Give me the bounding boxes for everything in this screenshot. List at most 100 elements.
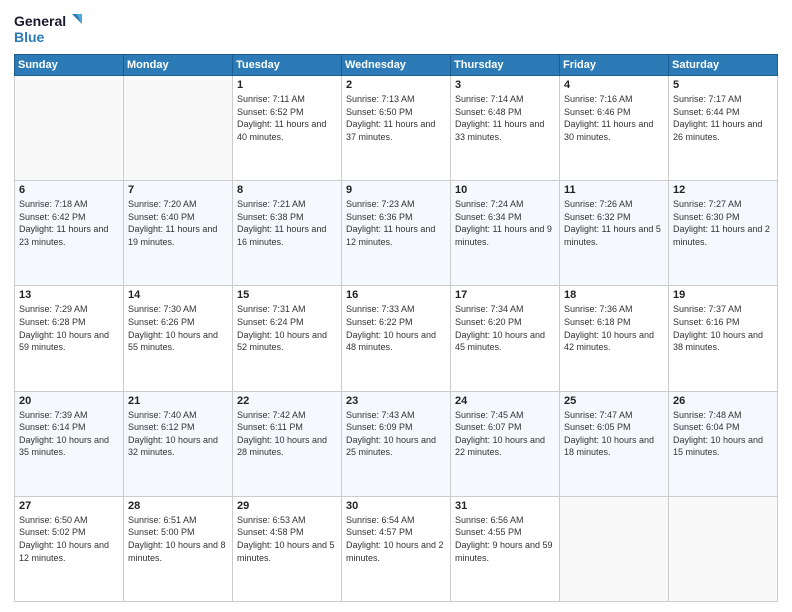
- day-info: Sunrise: 7:42 AMSunset: 6:11 PMDaylight:…: [237, 409, 337, 459]
- day-number: 27: [19, 500, 119, 512]
- day-cell: 2 Sunrise: 7:13 AMSunset: 6:50 PMDaylight…: [342, 76, 451, 181]
- day-info: Sunrise: 7:30 AMSunset: 6:26 PMDaylight:…: [128, 303, 228, 353]
- day-number: 5: [673, 79, 773, 91]
- day-cell: 20 Sunrise: 7:39 AMSunset: 6:14 PMDayligh…: [15, 391, 124, 496]
- day-info: Sunrise: 7:48 AMSunset: 6:04 PMDaylight:…: [673, 409, 773, 459]
- calendar-table: SundayMondayTuesdayWednesdayThursdayFrid…: [14, 54, 778, 602]
- day-cell: 3Sunrise: 7:14 AMSunset: 6:48 PMDaylight…: [451, 76, 560, 181]
- day-info: Sunrise: 7:17 AMSunset: 6:44 PMDaylight:…: [673, 93, 773, 143]
- day-cell: 4 Sunrise: 7:16 AMSunset: 6:46 PMDaylight…: [560, 76, 669, 181]
- col-header-tuesday: Tuesday: [233, 55, 342, 76]
- day-number: 20: [19, 395, 119, 407]
- day-number: 1: [237, 79, 337, 91]
- day-number: 17: [455, 289, 555, 301]
- day-cell: [560, 496, 669, 601]
- col-header-thursday: Thursday: [451, 55, 560, 76]
- day-info: Sunrise: 7:18 AMSunset: 6:42 PMDaylight:…: [19, 198, 119, 248]
- day-number: 22: [237, 395, 337, 407]
- day-cell: [669, 496, 778, 601]
- week-row-4: 20 Sunrise: 7:39 AMSunset: 6:14 PMDayligh…: [15, 391, 778, 496]
- day-number: 14: [128, 289, 228, 301]
- day-cell: 30 Sunrise: 6:54 AMSunset: 4:57 PMDayligh…: [342, 496, 451, 601]
- svg-text:General: General: [14, 13, 66, 29]
- day-number: 4: [564, 79, 664, 91]
- day-cell: 16Sunrise: 7:33 AMSunset: 6:22 PMDayligh…: [342, 286, 451, 391]
- svg-text:Blue: Blue: [14, 29, 45, 45]
- week-row-1: 1 Sunrise: 7:11 AMSunset: 6:52 PMDaylight…: [15, 76, 778, 181]
- day-number: 7: [128, 184, 228, 196]
- day-cell: 23Sunrise: 7:43 AMSunset: 6:09 PMDayligh…: [342, 391, 451, 496]
- day-cell: 31 Sunrise: 6:56 AMSunset: 4:55 PMDayligh…: [451, 496, 560, 601]
- day-info: Sunrise: 6:50 AMSunset: 5:02 PMDaylight:…: [19, 514, 119, 564]
- day-cell: 26Sunrise: 7:48 AMSunset: 6:04 PMDayligh…: [669, 391, 778, 496]
- day-info: Sunrise: 7:36 AMSunset: 6:18 PMDaylight:…: [564, 303, 664, 353]
- day-cell: [124, 76, 233, 181]
- day-info: Sunrise: 7:11 AMSunset: 6:52 PMDaylight:…: [237, 93, 337, 143]
- logo-svg: General Blue: [14, 10, 84, 48]
- day-info: Sunrise: 6:54 AMSunset: 4:57 PMDaylight:…: [346, 514, 446, 564]
- day-cell: 11 Sunrise: 7:26 AMSunset: 6:32 PMDayligh…: [560, 181, 669, 286]
- day-info: Sunrise: 7:40 AMSunset: 6:12 PMDaylight:…: [128, 409, 228, 459]
- day-cell: 1 Sunrise: 7:11 AMSunset: 6:52 PMDaylight…: [233, 76, 342, 181]
- day-info: Sunrise: 7:14 AMSunset: 6:48 PMDaylight:…: [455, 93, 555, 143]
- day-number: 30: [346, 500, 446, 512]
- day-cell: 21 Sunrise: 7:40 AMSunset: 6:12 PMDayligh…: [124, 391, 233, 496]
- day-number: 6: [19, 184, 119, 196]
- day-number: 9: [346, 184, 446, 196]
- day-info: Sunrise: 6:53 AMSunset: 4:58 PMDaylight:…: [237, 514, 337, 564]
- day-info: Sunrise: 7:45 AMSunset: 6:07 PMDaylight:…: [455, 409, 555, 459]
- day-info: Sunrise: 7:39 AMSunset: 6:14 PMDaylight:…: [19, 409, 119, 459]
- day-cell: 8 Sunrise: 7:21 AMSunset: 6:38 PMDaylight…: [233, 181, 342, 286]
- calendar-header-row: SundayMondayTuesdayWednesdayThursdayFrid…: [15, 55, 778, 76]
- day-cell: 15 Sunrise: 7:31 AMSunset: 6:24 PMDayligh…: [233, 286, 342, 391]
- day-number: 31: [455, 500, 555, 512]
- day-info: Sunrise: 7:37 AMSunset: 6:16 PMDaylight:…: [673, 303, 773, 353]
- day-info: Sunrise: 6:51 AMSunset: 5:00 PMDaylight:…: [128, 514, 228, 564]
- col-header-friday: Friday: [560, 55, 669, 76]
- day-cell: 28Sunrise: 6:51 AMSunset: 5:00 PMDayligh…: [124, 496, 233, 601]
- day-info: Sunrise: 7:13 AMSunset: 6:50 PMDaylight:…: [346, 93, 446, 143]
- day-cell: 18 Sunrise: 7:36 AMSunset: 6:18 PMDayligh…: [560, 286, 669, 391]
- day-info: Sunrise: 7:31 AMSunset: 6:24 PMDaylight:…: [237, 303, 337, 353]
- day-number: 29: [237, 500, 337, 512]
- day-info: Sunrise: 7:47 AMSunset: 6:05 PMDaylight:…: [564, 409, 664, 459]
- day-cell: 17Sunrise: 7:34 AMSunset: 6:20 PMDayligh…: [451, 286, 560, 391]
- day-number: 12: [673, 184, 773, 196]
- day-info: Sunrise: 7:20 AMSunset: 6:40 PMDaylight:…: [128, 198, 228, 248]
- col-header-saturday: Saturday: [669, 55, 778, 76]
- day-info: Sunrise: 6:56 AMSunset: 4:55 PMDaylight:…: [455, 514, 555, 564]
- day-cell: 12 Sunrise: 7:27 AMSunset: 6:30 PMDayligh…: [669, 181, 778, 286]
- day-number: 15: [237, 289, 337, 301]
- day-cell: 19Sunrise: 7:37 AMSunset: 6:16 PMDayligh…: [669, 286, 778, 391]
- day-number: 2: [346, 79, 446, 91]
- day-info: Sunrise: 7:23 AMSunset: 6:36 PMDaylight:…: [346, 198, 446, 248]
- day-cell: 27 Sunrise: 6:50 AMSunset: 5:02 PMDayligh…: [15, 496, 124, 601]
- day-cell: 14 Sunrise: 7:30 AMSunset: 6:26 PMDayligh…: [124, 286, 233, 391]
- day-info: Sunrise: 7:43 AMSunset: 6:09 PMDaylight:…: [346, 409, 446, 459]
- day-number: 8: [237, 184, 337, 196]
- day-cell: 24 Sunrise: 7:45 AMSunset: 6:07 PMDayligh…: [451, 391, 560, 496]
- day-number: 18: [564, 289, 664, 301]
- day-cell: 5 Sunrise: 7:17 AMSunset: 6:44 PMDaylight…: [669, 76, 778, 181]
- day-number: 24: [455, 395, 555, 407]
- day-info: Sunrise: 7:16 AMSunset: 6:46 PMDaylight:…: [564, 93, 664, 143]
- week-row-5: 27 Sunrise: 6:50 AMSunset: 5:02 PMDayligh…: [15, 496, 778, 601]
- day-info: Sunrise: 7:21 AMSunset: 6:38 PMDaylight:…: [237, 198, 337, 248]
- day-number: 10: [455, 184, 555, 196]
- day-number: 11: [564, 184, 664, 196]
- day-info: Sunrise: 7:27 AMSunset: 6:30 PMDaylight:…: [673, 198, 773, 248]
- logo: General Blue: [14, 10, 84, 48]
- day-cell: 29 Sunrise: 6:53 AMSunset: 4:58 PMDayligh…: [233, 496, 342, 601]
- day-info: Sunrise: 7:24 AMSunset: 6:34 PMDaylight:…: [455, 198, 555, 248]
- day-cell: 6 Sunrise: 7:18 AMSunset: 6:42 PMDaylight…: [15, 181, 124, 286]
- day-info: Sunrise: 7:26 AMSunset: 6:32 PMDaylight:…: [564, 198, 664, 248]
- day-info: Sunrise: 7:29 AMSunset: 6:28 PMDaylight:…: [19, 303, 119, 353]
- page: General Blue SundayMondayTuesdayWednesda…: [0, 0, 792, 612]
- day-number: 21: [128, 395, 228, 407]
- day-cell: 13Sunrise: 7:29 AMSunset: 6:28 PMDayligh…: [15, 286, 124, 391]
- day-number: 16: [346, 289, 446, 301]
- col-header-monday: Monday: [124, 55, 233, 76]
- col-header-sunday: Sunday: [15, 55, 124, 76]
- week-row-3: 13Sunrise: 7:29 AMSunset: 6:28 PMDayligh…: [15, 286, 778, 391]
- header: General Blue: [14, 10, 778, 48]
